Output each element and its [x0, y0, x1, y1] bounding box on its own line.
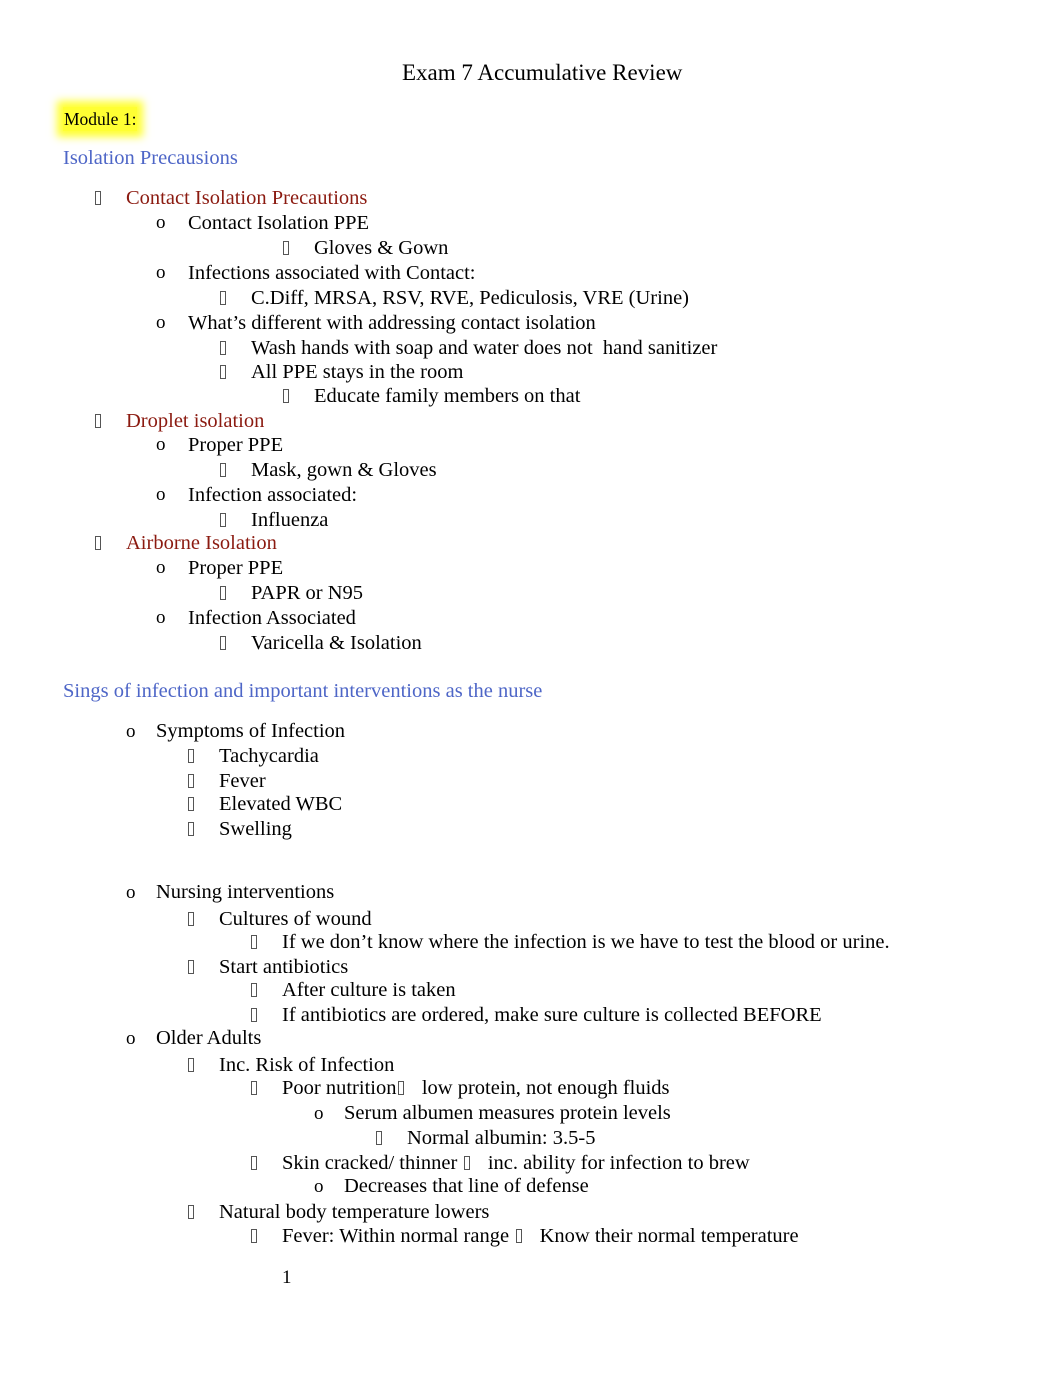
list-item: Decreases that line of defense	[344, 1175, 589, 1197]
bullet-icon	[188, 960, 194, 974]
list-item: Proper PPE	[188, 434, 284, 456]
list-item: Start antibiotics	[219, 956, 349, 978]
bullet-o-icon: o	[156, 607, 166, 628]
list-item: Proper PPE	[188, 557, 284, 579]
list-item: Contact Isolation PPE	[188, 212, 370, 234]
bullet-icon	[188, 1058, 194, 1072]
list-item-text: Skin cracked/ thinner	[282, 1152, 463, 1174]
list-item: Gloves & Gown	[314, 237, 449, 259]
section-heading-infection: Sings of infection and important interve…	[63, 680, 543, 702]
bullet-icon	[95, 536, 101, 550]
list-item: Serum albumen measures protein levels	[344, 1102, 671, 1124]
list-item: Airborne Isolation	[126, 532, 277, 554]
bullet-icon	[251, 1156, 257, 1170]
list-item: Tachycardia	[219, 745, 319, 767]
arrow-right-icon	[516, 1229, 523, 1243]
bullet-o-icon: o	[126, 721, 136, 742]
bullet-icon	[220, 513, 226, 527]
page-number: 1	[282, 1267, 292, 1288]
bullet-icon	[220, 365, 226, 379]
bullet-o-icon: o	[156, 262, 166, 283]
bullet-o-icon: o	[156, 557, 166, 578]
document-title: Exam 7 Accumulative Review	[402, 60, 683, 85]
list-item: Varicella & Isolation	[251, 632, 422, 654]
bullet-icon	[188, 822, 194, 836]
bullet-icon	[188, 774, 194, 788]
bullet-o-icon: o	[156, 212, 166, 233]
bullet-icon	[188, 797, 194, 811]
bullet-icon	[95, 414, 101, 428]
bullet-icon	[220, 463, 226, 477]
bullet-icon	[376, 1131, 382, 1145]
list-item: If antibiotics are ordered, make sure cu…	[282, 1004, 822, 1026]
list-item: Older Adults	[156, 1027, 262, 1049]
list-item-text: Poor nutrition	[282, 1077, 397, 1099]
list-item: Elevated WBC	[219, 793, 343, 815]
list-item: Fever	[219, 770, 266, 792]
list-item-text: Fever: Within normal range	[282, 1225, 515, 1247]
bullet-o-icon: o	[156, 434, 166, 455]
list-item: After culture is taken	[282, 979, 456, 1001]
bullet-o-icon: o	[314, 1176, 324, 1197]
list-item: Infection Associated	[188, 607, 356, 629]
list-item: Normal albumin: 3.5-5	[407, 1127, 596, 1149]
arrow-right-icon	[398, 1081, 405, 1095]
list-item: Swelling	[219, 818, 292, 840]
list-item: C.Diff, MRSA, RSV, RVE, Pediculosis, VRE…	[251, 287, 690, 309]
list-item: Natural body temperature lowers	[219, 1201, 490, 1223]
list-item: Poor nutrition low protein, not enough f…	[282, 1076, 670, 1100]
bullet-icon	[251, 935, 257, 949]
list-item-arrow-text: inc. ability for infection to brew	[487, 1152, 750, 1174]
bullet-icon	[188, 912, 194, 926]
list-item: Mask, gown & Gloves	[251, 459, 437, 481]
bullet-icon	[251, 983, 257, 997]
bullet-icon	[283, 241, 289, 255]
list-item: Nursing interventions	[156, 881, 335, 903]
list-item: Inc. Risk of Infection	[219, 1054, 395, 1076]
bullet-o-icon: o	[156, 484, 166, 505]
bullet-icon	[251, 1081, 257, 1095]
list-item: Droplet isolation	[126, 410, 265, 432]
module-label: Module 1:	[63, 107, 138, 131]
list-item: Infections associated with Contact:	[188, 262, 476, 284]
bullet-o-icon: o	[156, 312, 166, 333]
bullet-icon	[220, 291, 226, 305]
arrow-right-icon	[464, 1156, 471, 1170]
list-item: Contact Isolation Precautions	[126, 187, 368, 209]
bullet-icon	[188, 749, 194, 763]
bullet-o-icon: o	[126, 882, 136, 903]
list-item: Wash hands with soap and water does not …	[251, 337, 718, 359]
list-item: All PPE stays in the room	[251, 361, 464, 383]
bullet-icon	[188, 1205, 194, 1219]
list-item: Skin cracked/ thinner inc. ability for i…	[282, 1151, 750, 1175]
list-item: PAPR or N95	[251, 582, 364, 604]
list-item: Symptoms of Infection	[156, 720, 346, 742]
list-item: If we don’t know where the infection is …	[282, 931, 890, 953]
bullet-icon	[95, 191, 101, 205]
list-item: Infection associated:	[188, 484, 358, 506]
list-item-arrow-text: Know their normal temperature	[539, 1225, 799, 1247]
list-item: Educate family members on that	[314, 385, 581, 407]
section-heading-isolation: Isolation Precausions	[63, 147, 238, 169]
bullet-icon	[251, 1229, 257, 1243]
list-item: Cultures of wound	[219, 908, 372, 930]
bullet-icon	[220, 586, 226, 600]
bullet-icon	[251, 1008, 257, 1022]
bullet-icon	[283, 389, 289, 403]
bullet-o-icon: o	[126, 1028, 136, 1049]
list-item: Influenza	[251, 509, 329, 531]
bullet-o-icon: o	[314, 1103, 324, 1124]
bullet-icon	[220, 341, 226, 355]
bullet-icon	[220, 636, 226, 650]
list-item-arrow-text: low protein, not enough fluids	[421, 1077, 670, 1099]
list-item: What’s different with addressing contact…	[188, 312, 596, 334]
list-item: Fever: Within normal range Know their no…	[282, 1224, 799, 1248]
